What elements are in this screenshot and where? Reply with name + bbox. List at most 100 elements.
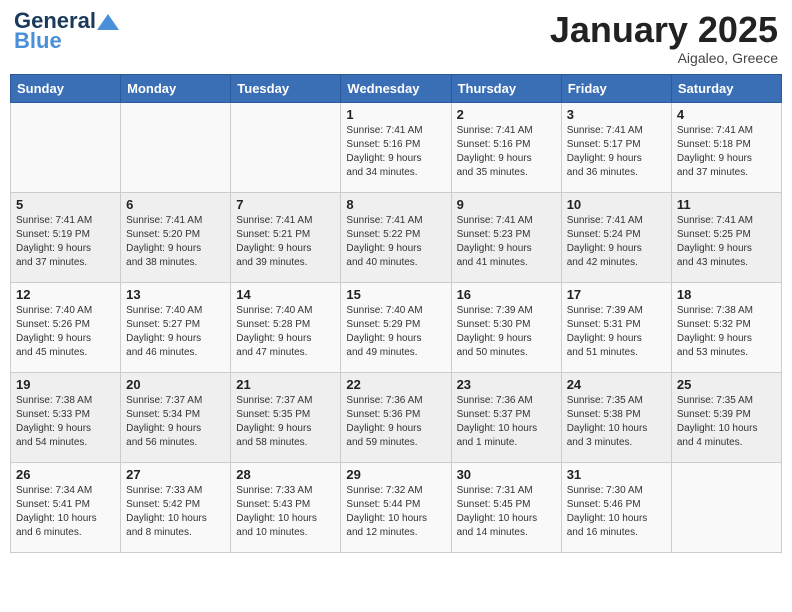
day-cell-30: 30 Sunrise: 7:31 AM Sunset: 5:45 PM Dayli…	[451, 462, 561, 552]
month-title: January 2025	[550, 10, 778, 50]
weekday-header-tuesday: Tuesday	[231, 74, 341, 102]
day-info: Sunrise: 7:40 AM Sunset: 5:28 PM Dayligh…	[236, 304, 335, 360]
weekday-header-saturday: Saturday	[671, 74, 781, 102]
day-number: 6	[126, 197, 225, 212]
weekday-header-monday: Monday	[121, 74, 231, 102]
weekday-header-row: SundayMondayTuesdayWednesdayThursdayFrid…	[11, 74, 782, 102]
day-cell-20: 20 Sunrise: 7:37 AM Sunset: 5:34 PM Dayli…	[121, 372, 231, 462]
day-cell-27: 27 Sunrise: 7:33 AM Sunset: 5:42 PM Dayli…	[121, 462, 231, 552]
day-number: 9	[457, 197, 556, 212]
day-info: Sunrise: 7:33 AM Sunset: 5:42 PM Dayligh…	[126, 484, 225, 540]
day-info: Sunrise: 7:37 AM Sunset: 5:35 PM Dayligh…	[236, 394, 335, 450]
day-number: 19	[16, 377, 115, 392]
day-info: Sunrise: 7:41 AM Sunset: 5:20 PM Dayligh…	[126, 214, 225, 270]
empty-cell	[11, 102, 121, 192]
day-number: 14	[236, 287, 335, 302]
logo: General Blue	[14, 10, 120, 52]
day-cell-4: 4Sunrise: 7:41 AM Sunset: 5:18 PM Daylig…	[671, 102, 781, 192]
day-number: 20	[126, 377, 225, 392]
day-info: Sunrise: 7:41 AM Sunset: 5:23 PM Dayligh…	[457, 214, 556, 270]
day-info: Sunrise: 7:41 AM Sunset: 5:18 PM Dayligh…	[677, 124, 776, 180]
logo-blue: Blue	[14, 30, 62, 52]
day-cell-2: 2 Sunrise: 7:41 AM Sunset: 5:16 PM Daylig…	[451, 102, 561, 192]
day-number: 22	[346, 377, 445, 392]
day-info: Sunrise: 7:41 AM Sunset: 5:16 PM Dayligh…	[457, 124, 556, 180]
day-info: Sunrise: 7:34 AM Sunset: 5:41 PM Dayligh…	[16, 484, 115, 540]
day-info: Sunrise: 7:32 AM Sunset: 5:44 PM Dayligh…	[346, 484, 445, 540]
day-cell-7: 7 Sunrise: 7:41 AM Sunset: 5:21 PM Daylig…	[231, 192, 341, 282]
day-number: 3	[567, 107, 666, 122]
day-info: Sunrise: 7:36 AM Sunset: 5:36 PM Dayligh…	[346, 394, 445, 450]
day-number: 25	[677, 377, 776, 392]
day-number: 10	[567, 197, 666, 212]
day-info: Sunrise: 7:40 AM Sunset: 5:27 PM Dayligh…	[126, 304, 225, 360]
day-number: 17	[567, 287, 666, 302]
day-number: 12	[16, 287, 115, 302]
day-cell-31: 31Sunrise: 7:30 AM Sunset: 5:46 PM Dayli…	[561, 462, 671, 552]
day-info: Sunrise: 7:35 AM Sunset: 5:38 PM Dayligh…	[567, 394, 666, 450]
day-cell-13: 13 Sunrise: 7:40 AM Sunset: 5:27 PM Dayli…	[121, 282, 231, 372]
title-area: January 2025 Aigaleo, Greece	[550, 10, 778, 66]
location: Aigaleo, Greece	[550, 50, 778, 66]
day-info: Sunrise: 7:41 AM Sunset: 5:16 PM Dayligh…	[346, 124, 445, 180]
week-row-1: 1 Sunrise: 7:41 AM Sunset: 5:16 PM Daylig…	[11, 102, 782, 192]
day-cell-16: 16Sunrise: 7:39 AM Sunset: 5:30 PM Dayli…	[451, 282, 561, 372]
day-info: Sunrise: 7:40 AM Sunset: 5:29 PM Dayligh…	[346, 304, 445, 360]
day-cell-22: 22 Sunrise: 7:36 AM Sunset: 5:36 PM Dayli…	[341, 372, 451, 462]
weekday-header-friday: Friday	[561, 74, 671, 102]
day-number: 26	[16, 467, 115, 482]
day-number: 29	[346, 467, 445, 482]
day-info: Sunrise: 7:41 AM Sunset: 5:21 PM Dayligh…	[236, 214, 335, 270]
week-row-4: 19Sunrise: 7:38 AM Sunset: 5:33 PM Dayli…	[11, 372, 782, 462]
day-number: 27	[126, 467, 225, 482]
day-number: 5	[16, 197, 115, 212]
weekday-header-sunday: Sunday	[11, 74, 121, 102]
weekday-header-wednesday: Wednesday	[341, 74, 451, 102]
day-info: Sunrise: 7:40 AM Sunset: 5:26 PM Dayligh…	[16, 304, 115, 360]
day-number: 24	[567, 377, 666, 392]
day-cell-19: 19Sunrise: 7:38 AM Sunset: 5:33 PM Dayli…	[11, 372, 121, 462]
day-cell-18: 18Sunrise: 7:38 AM Sunset: 5:32 PM Dayli…	[671, 282, 781, 372]
day-cell-8: 8Sunrise: 7:41 AM Sunset: 5:22 PM Daylig…	[341, 192, 451, 282]
day-cell-5: 5 Sunrise: 7:41 AM Sunset: 5:19 PM Daylig…	[11, 192, 121, 282]
day-info: Sunrise: 7:37 AM Sunset: 5:34 PM Dayligh…	[126, 394, 225, 450]
weekday-header-thursday: Thursday	[451, 74, 561, 102]
day-info: Sunrise: 7:31 AM Sunset: 5:45 PM Dayligh…	[457, 484, 556, 540]
calendar-table: SundayMondayTuesdayWednesdayThursdayFrid…	[10, 74, 782, 553]
day-cell-25: 25 Sunrise: 7:35 AM Sunset: 5:39 PM Dayli…	[671, 372, 781, 462]
day-number: 15	[346, 287, 445, 302]
day-cell-6: 6 Sunrise: 7:41 AM Sunset: 5:20 PM Daylig…	[121, 192, 231, 282]
day-info: Sunrise: 7:41 AM Sunset: 5:24 PM Dayligh…	[567, 214, 666, 270]
page-header: General Blue January 2025 Aigaleo, Greec…	[10, 10, 782, 66]
day-cell-21: 21 Sunrise: 7:37 AM Sunset: 5:35 PM Dayli…	[231, 372, 341, 462]
day-number: 28	[236, 467, 335, 482]
day-number: 21	[236, 377, 335, 392]
day-cell-12: 12 Sunrise: 7:40 AM Sunset: 5:26 PM Dayli…	[11, 282, 121, 372]
day-cell-14: 14 Sunrise: 7:40 AM Sunset: 5:28 PM Dayli…	[231, 282, 341, 372]
day-number: 13	[126, 287, 225, 302]
day-cell-1: 1 Sunrise: 7:41 AM Sunset: 5:16 PM Daylig…	[341, 102, 451, 192]
day-number: 30	[457, 467, 556, 482]
day-cell-17: 17Sunrise: 7:39 AM Sunset: 5:31 PM Dayli…	[561, 282, 671, 372]
week-row-3: 12 Sunrise: 7:40 AM Sunset: 5:26 PM Dayli…	[11, 282, 782, 372]
day-number: 31	[567, 467, 666, 482]
day-number: 7	[236, 197, 335, 212]
day-cell-9: 9 Sunrise: 7:41 AM Sunset: 5:23 PM Daylig…	[451, 192, 561, 282]
day-info: Sunrise: 7:41 AM Sunset: 5:19 PM Dayligh…	[16, 214, 115, 270]
empty-cell	[671, 462, 781, 552]
day-info: Sunrise: 7:41 AM Sunset: 5:17 PM Dayligh…	[567, 124, 666, 180]
day-number: 1	[346, 107, 445, 122]
day-number: 8	[346, 197, 445, 212]
day-info: Sunrise: 7:41 AM Sunset: 5:25 PM Dayligh…	[677, 214, 776, 270]
day-cell-23: 23Sunrise: 7:36 AM Sunset: 5:37 PM Dayli…	[451, 372, 561, 462]
day-cell-15: 15 Sunrise: 7:40 AM Sunset: 5:29 PM Dayli…	[341, 282, 451, 372]
day-cell-28: 28Sunrise: 7:33 AM Sunset: 5:43 PM Dayli…	[231, 462, 341, 552]
day-cell-24: 24 Sunrise: 7:35 AM Sunset: 5:38 PM Dayli…	[561, 372, 671, 462]
empty-cell	[121, 102, 231, 192]
day-number: 2	[457, 107, 556, 122]
day-number: 11	[677, 197, 776, 212]
week-row-2: 5 Sunrise: 7:41 AM Sunset: 5:19 PM Daylig…	[11, 192, 782, 282]
day-number: 16	[457, 287, 556, 302]
day-info: Sunrise: 7:35 AM Sunset: 5:39 PM Dayligh…	[677, 394, 776, 450]
day-number: 18	[677, 287, 776, 302]
